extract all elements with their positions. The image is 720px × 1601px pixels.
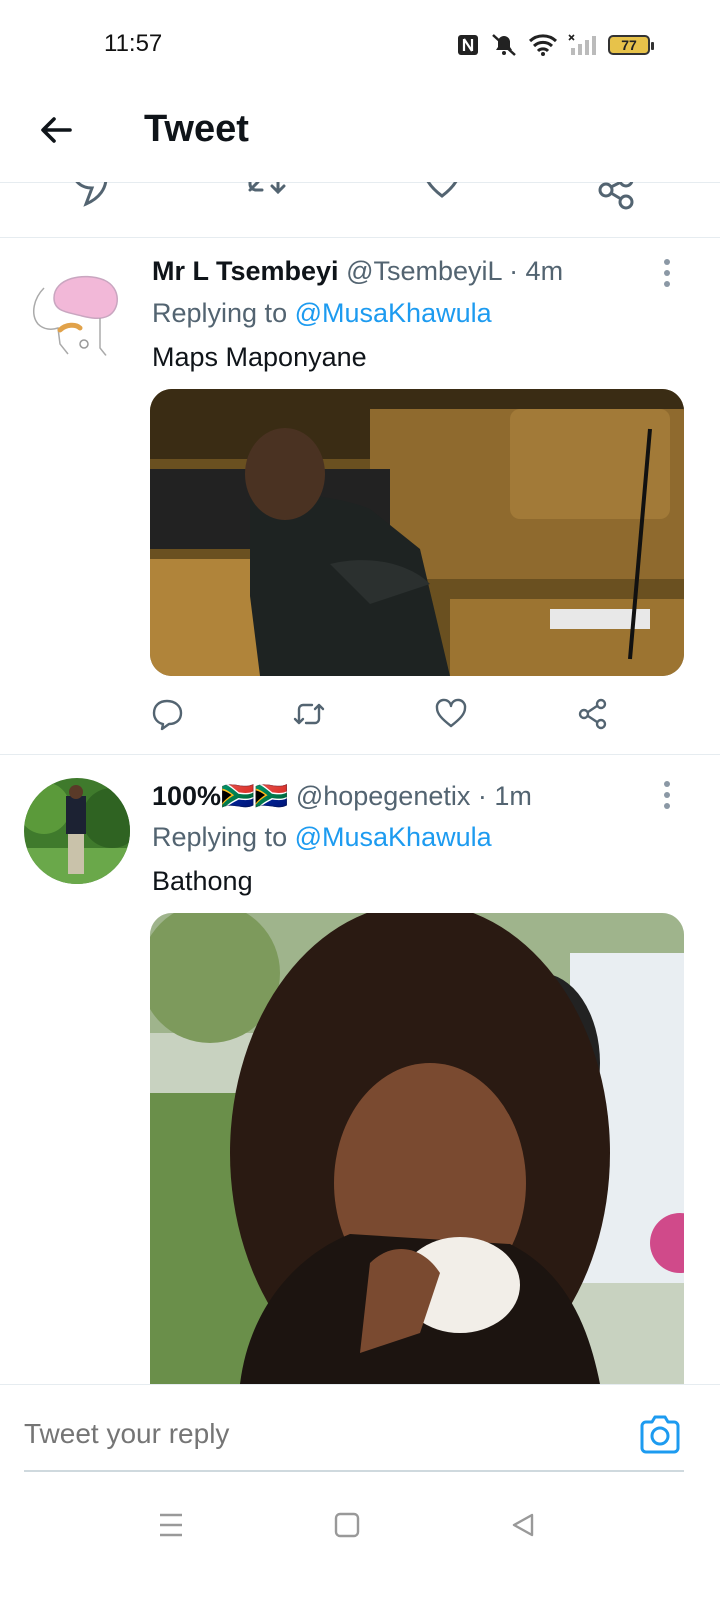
author-name[interactable]: Mr L Tsembeyi bbox=[152, 256, 339, 286]
tweet-image[interactable] bbox=[150, 913, 684, 1384]
tweet-image[interactable] bbox=[150, 389, 684, 676]
battery-indicator: 77 bbox=[608, 35, 654, 55]
tweet-time: · 4m bbox=[509, 256, 564, 286]
author-name[interactable]: 100%🇿🇦🇿🇦 bbox=[152, 781, 288, 811]
more-vertical-icon[interactable] bbox=[660, 258, 674, 288]
back-arrow-icon[interactable] bbox=[36, 110, 76, 150]
heart-icon[interactable] bbox=[434, 697, 468, 731]
menu-icon[interactable] bbox=[158, 1512, 184, 1538]
status-icons: 77 bbox=[456, 30, 654, 60]
retweet-icon[interactable] bbox=[244, 182, 290, 210]
share-icon[interactable] bbox=[576, 697, 610, 731]
nfc-icon bbox=[458, 35, 478, 55]
back-triangle-icon[interactable] bbox=[510, 1512, 536, 1538]
system-nav-bar bbox=[0, 1490, 720, 1600]
mention-link[interactable]: @MusaKhawula bbox=[295, 822, 492, 852]
replying-label: Replying to bbox=[152, 822, 288, 852]
battery-level: 77 bbox=[621, 37, 637, 53]
retweet-icon[interactable] bbox=[292, 697, 326, 731]
replying-to: Replying to @MusaKhawula bbox=[152, 822, 492, 853]
tweet-time: · 1m bbox=[477, 781, 532, 811]
tweet-actions bbox=[150, 697, 610, 737]
tweet-text: Bathong bbox=[152, 866, 253, 896]
tweet-text: Maps Maponyane bbox=[152, 342, 367, 372]
reply-icon[interactable] bbox=[150, 697, 184, 731]
app-header bbox=[0, 90, 720, 183]
replying-to: Replying to @MusaKhawula bbox=[152, 298, 492, 329]
mention-link[interactable]: @MusaKhawula bbox=[295, 298, 492, 328]
home-square-icon[interactable] bbox=[334, 1512, 360, 1538]
avatar[interactable] bbox=[24, 778, 130, 884]
camera-icon[interactable] bbox=[638, 1412, 682, 1456]
author-handle[interactable]: @TsembeyiL bbox=[346, 256, 501, 286]
heart-icon[interactable] bbox=[420, 182, 464, 210]
share-icon[interactable] bbox=[596, 182, 640, 212]
page-title: Tweet bbox=[144, 108, 249, 150]
reply-input[interactable] bbox=[24, 1418, 584, 1450]
more-vertical-icon[interactable] bbox=[660, 780, 674, 810]
status-time: 11:57 bbox=[104, 30, 163, 57]
author-handle[interactable]: @hopegenetix bbox=[296, 781, 471, 811]
tweet-header: Mr L Tsembeyi @TsembeyiL · 4m bbox=[152, 256, 563, 287]
reply-underline bbox=[24, 1470, 684, 1472]
signal-icon bbox=[568, 34, 596, 55]
mute-icon bbox=[492, 34, 516, 56]
replying-label: Replying to bbox=[152, 298, 288, 328]
reply-icon[interactable] bbox=[66, 182, 112, 212]
wifi-icon bbox=[528, 34, 558, 56]
tweet-header: 100%🇿🇦🇿🇦 @hopegenetix · 1m bbox=[152, 780, 532, 812]
previous-tweet-actions bbox=[0, 182, 720, 238]
avatar[interactable] bbox=[24, 258, 130, 364]
